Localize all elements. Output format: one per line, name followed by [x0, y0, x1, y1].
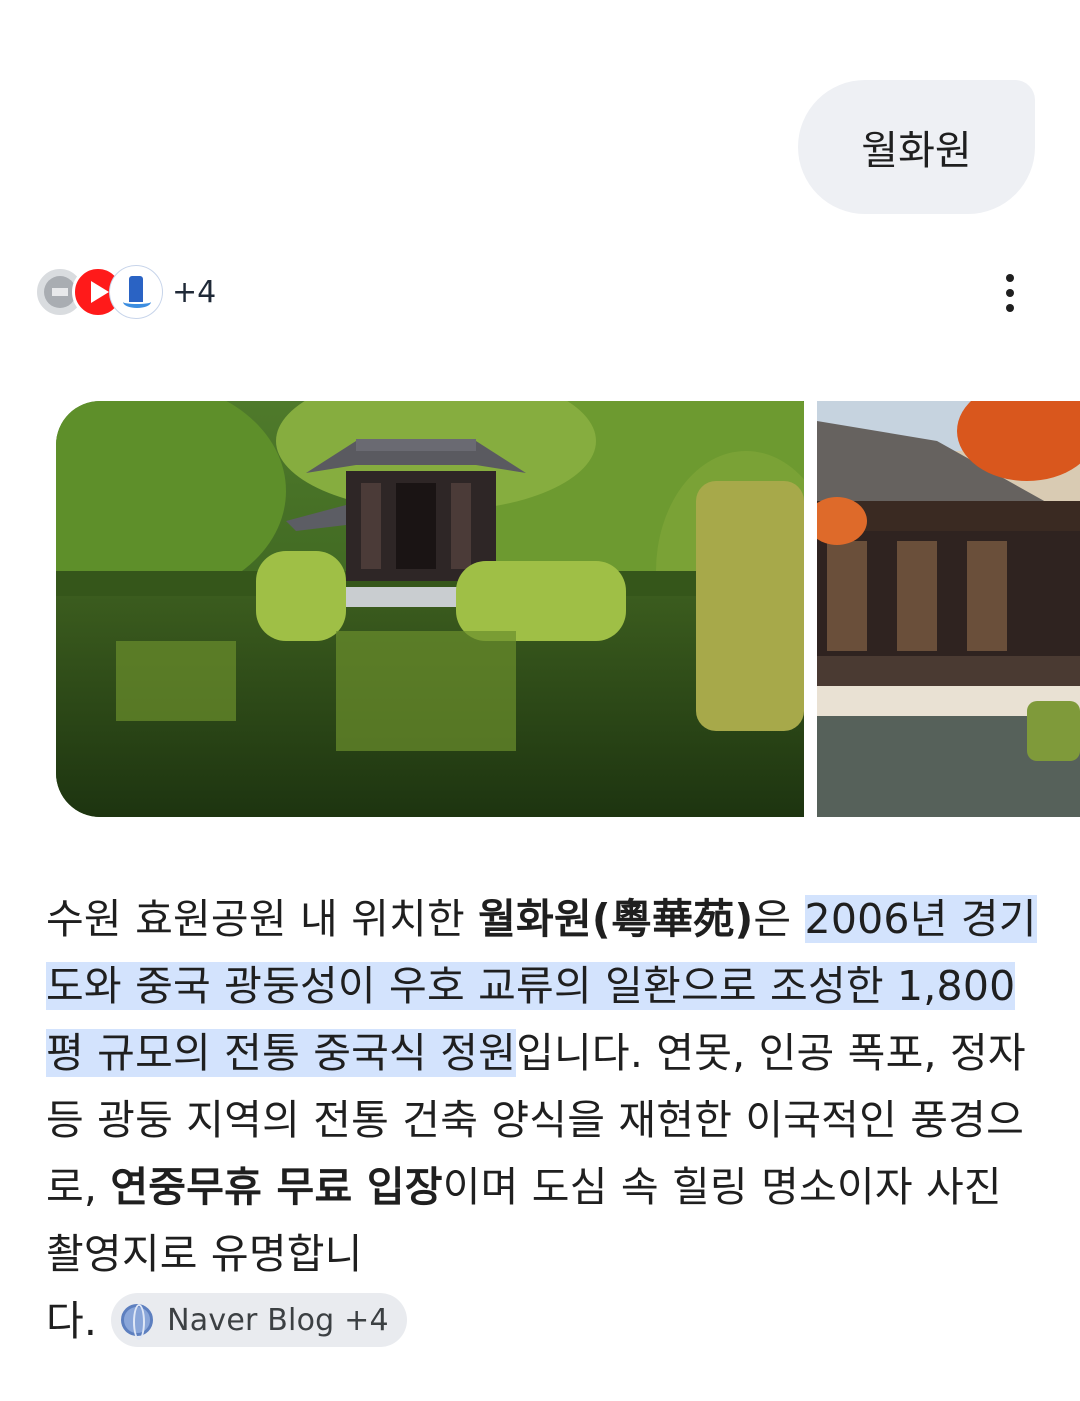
answer-text-5: 다. — [46, 1297, 98, 1345]
garden-corridor-image[interactable] — [817, 401, 1080, 817]
garden-pavilion-image[interactable] — [56, 401, 804, 817]
globe-icon — [121, 1304, 154, 1340]
lighthouse-icon — [110, 266, 162, 318]
sources-row[interactable]: +4 — [34, 262, 216, 322]
user-query-bubble: 월화원 — [798, 80, 1035, 214]
sources-more-count: +4 — [172, 274, 217, 310]
user-query-text: 월화원 — [861, 128, 972, 174]
citation-chip[interactable]: Naver Blog +4 — [111, 1293, 407, 1347]
answer-text-1: 수원 효원공원 내 위치한 — [46, 895, 479, 943]
answer-text-2: 은 — [753, 895, 805, 943]
answer-bold-name: 월화원(粵華苑) — [478, 895, 754, 943]
more-options-icon[interactable] — [992, 270, 1028, 316]
citation-label: Naver Blog +4 — [167, 1302, 389, 1338]
answer-paragraph: 수원 효원공원 내 위치한 월화원(粵華苑)은 2006년 경기도와 중국 광둥… — [46, 886, 1046, 1355]
answer-bold-admission: 연중무휴 무료 입장 — [110, 1163, 443, 1211]
